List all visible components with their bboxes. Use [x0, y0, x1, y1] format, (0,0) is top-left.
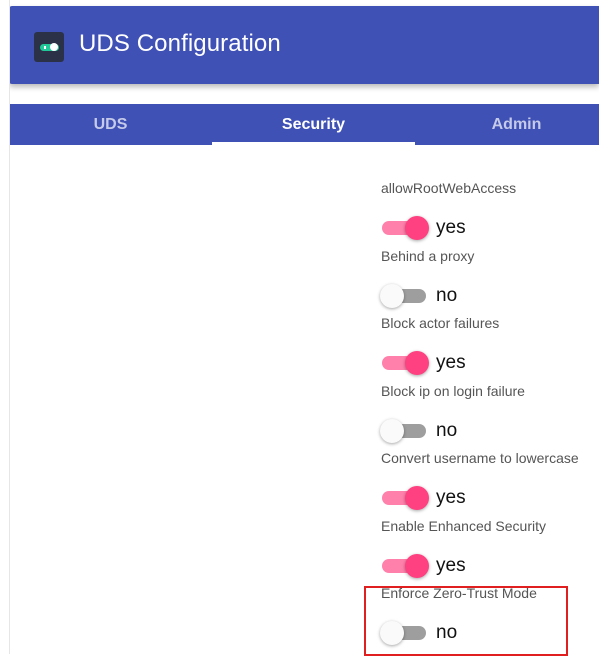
tab-admin[interactable]: Admin — [415, 104, 599, 145]
toggle-switch-icon[interactable] — [381, 351, 429, 375]
app-title: UDS Configuration — [79, 30, 281, 57]
setting-enable-enhanced-security: Enable Enhanced Security yes — [381, 518, 599, 586]
setting-label: Enable Enhanced Security — [381, 517, 546, 534]
toggle-switch-icon — [34, 32, 64, 62]
toggle-switch-icon[interactable] — [381, 553, 429, 578]
toggle-value: no — [436, 419, 458, 441]
setting-label: Behind a proxy — [381, 247, 475, 264]
page-left-edge — [0, 0, 10, 654]
toggle-value: yes — [436, 554, 466, 576]
toggle-switch-icon[interactable] — [381, 216, 429, 240]
setting-block-actor-failures: Block actor failures yes — [381, 315, 599, 383]
setting-label: allowRootWebAccess — [381, 180, 517, 196]
tab-bar: UDS Security Admin — [9, 104, 599, 145]
setting-label: Block ip on login failure — [381, 382, 525, 399]
toggle-value: no — [436, 284, 458, 306]
setting-label: Convert username to lowercase — [381, 450, 579, 466]
tab-security[interactable]: Security — [212, 104, 415, 145]
security-settings-list: allowRootWebAccess yes Behind a proxy no… — [380, 180, 599, 653]
setting-convert-username-to-lowercase: Convert username to lowercase yes — [381, 450, 599, 518]
setting-behind-a-proxy: Behind a proxy no — [380, 247, 599, 316]
tab-uds[interactable]: UDS — [9, 104, 212, 145]
active-tab-indicator — [212, 142, 415, 145]
setting-label: Block actor failures — [381, 315, 500, 331]
toggle-value: yes — [436, 217, 466, 238]
toggle-value: yes — [436, 352, 466, 373]
highlight-box — [364, 586, 568, 656]
toggle-switch-icon[interactable] — [380, 418, 429, 443]
setting-block-ip-on-login-failure: Block ip on login failure no — [380, 382, 599, 451]
app-bar: UDS Configuration — [9, 6, 599, 84]
toggle-value: yes — [436, 487, 466, 508]
setting-allow-root-web-access: allowRootWebAccess yes — [381, 180, 599, 248]
toggle-switch-icon[interactable] — [380, 283, 429, 308]
toggle-switch-icon[interactable] — [381, 486, 429, 510]
